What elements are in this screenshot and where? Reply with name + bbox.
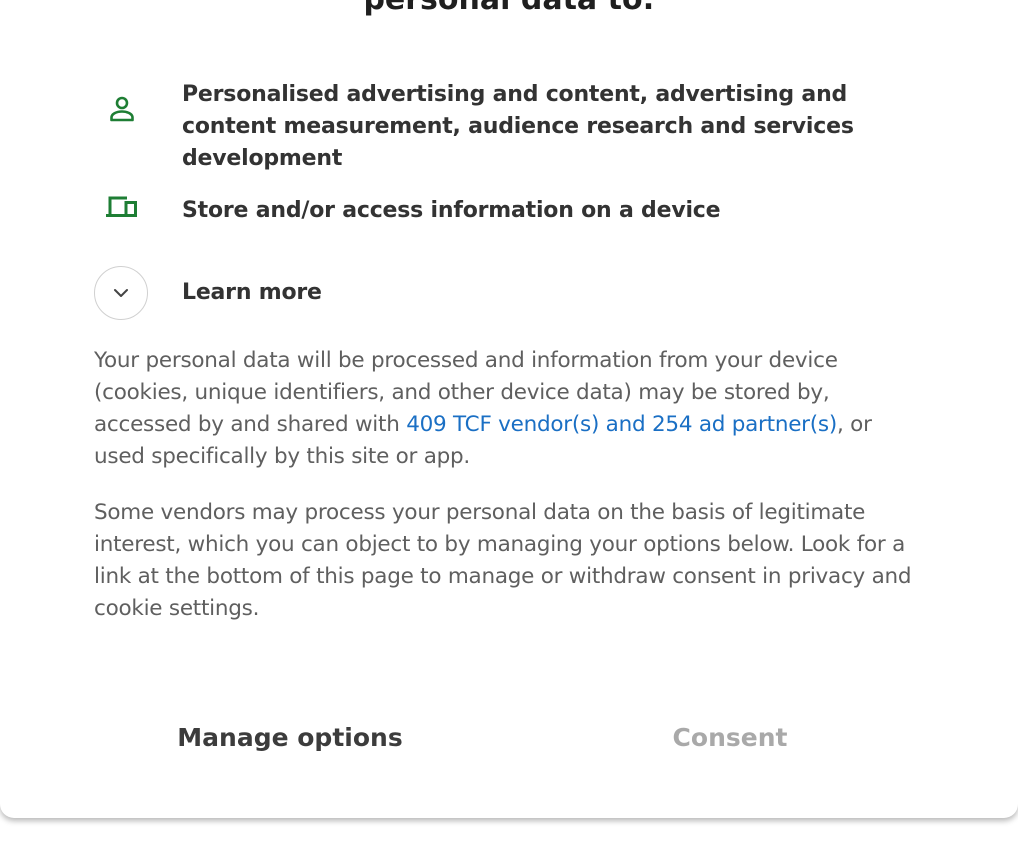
devices-icon bbox=[94, 179, 150, 235]
action-bar: Manage options Consent bbox=[0, 713, 1018, 761]
learn-more-label[interactable]: Learn more bbox=[182, 277, 922, 309]
purpose-item-store-access: Store and/or access information on a dev… bbox=[94, 181, 934, 241]
consent-button[interactable]: Consent bbox=[570, 713, 890, 761]
vendors-paragraph: Your personal data will be processed and… bbox=[94, 345, 924, 473]
chevron-down-icon bbox=[114, 289, 128, 297]
learn-more-row[interactable]: Learn more bbox=[94, 266, 934, 322]
purpose-item-personalised-advertising: Personalised advertising and content, ad… bbox=[94, 79, 934, 171]
manage-options-button[interactable]: Manage options bbox=[130, 713, 450, 761]
expand-button[interactable] bbox=[94, 266, 148, 320]
vendors-link[interactable]: 409 TCF vendor(s) and 254 ad partner(s) bbox=[406, 412, 837, 437]
dialog-heading: personal data to: bbox=[0, 0, 1018, 20]
person-icon bbox=[94, 81, 150, 137]
purpose-label: Personalised advertising and content, ad… bbox=[182, 82, 854, 171]
legitimate-interest-paragraph: Some vendors may process your personal d… bbox=[94, 500, 912, 621]
purpose-label: Store and/or access information on a dev… bbox=[182, 198, 721, 223]
consent-dialog: personal data to: Personalised advertisi… bbox=[0, 0, 1018, 818]
